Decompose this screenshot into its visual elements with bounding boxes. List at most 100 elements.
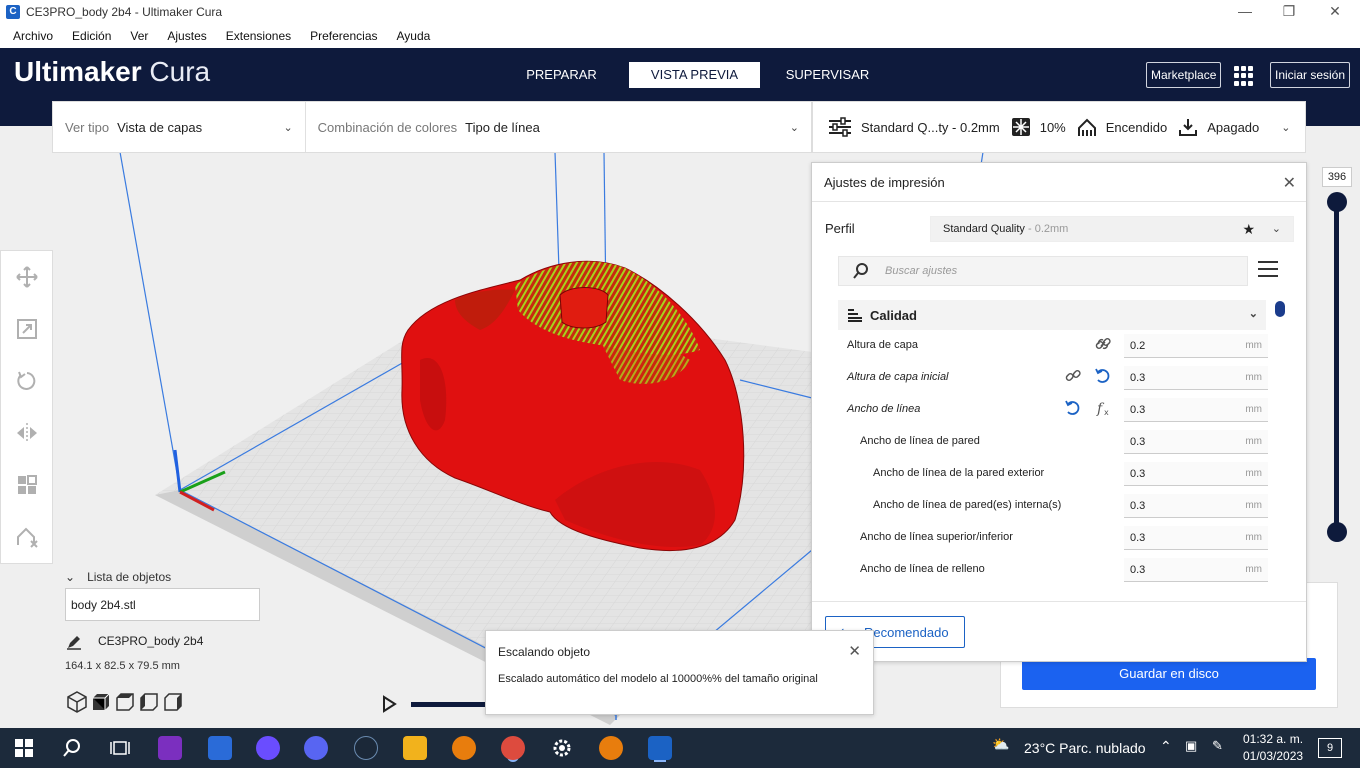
save-to-disk-button[interactable]: Guardar en disco: [1022, 658, 1316, 690]
menu-ver[interactable]: Ver: [123, 29, 155, 43]
premiere-app-icon[interactable]: [158, 736, 182, 760]
marketplace-button[interactable]: Marketplace: [1146, 62, 1222, 88]
signin-button[interactable]: Iniciar sesión: [1270, 62, 1351, 88]
menu-archivo[interactable]: Archivo: [6, 29, 60, 43]
setting-value-input[interactable]: 0.3 mm: [1124, 494, 1268, 518]
task-view-icon[interactable]: [108, 736, 132, 760]
setting-value-input[interactable]: 0.3 mm: [1124, 558, 1268, 582]
object-list-header[interactable]: ⌄ Lista de objetos: [65, 570, 171, 584]
windows-start-icon[interactable]: [12, 736, 36, 760]
move-tool-icon[interactable]: [15, 265, 39, 289]
tab-supervisar[interactable]: SUPERVISAR: [762, 62, 893, 88]
play-icon[interactable]: [380, 695, 398, 713]
layers-icon: [848, 309, 862, 322]
job-name[interactable]: CE3PRO_body 2b4: [98, 634, 203, 648]
pencil-icon[interactable]: [66, 634, 82, 650]
model-dimensions: 164.1 x 82.5 x 79.5 mm: [65, 660, 180, 672]
link-icon[interactable]: [1094, 335, 1112, 353]
discord-icon[interactable]: [304, 736, 328, 760]
steam-icon[interactable]: [354, 736, 378, 760]
setting-row: Ancho de línea de relleno 0.3 mm: [847, 555, 1268, 587]
setting-value-input[interactable]: 0.3 mm: [1124, 398, 1268, 422]
search-icon[interactable]: [60, 736, 84, 760]
blender-icon[interactable]: [599, 736, 623, 760]
mirror-tool-icon[interactable]: [15, 421, 39, 445]
clock[interactable]: 01:32 a. m. 01/03/2023: [1243, 731, 1303, 765]
chevron-down-icon: ⌄: [1271, 223, 1281, 235]
reset-icon[interactable]: [1064, 399, 1082, 417]
setting-row: Ancho de línea superior/inferior 0.3 mm: [847, 523, 1268, 555]
profile-dropdown[interactable]: Standard Quality - 0.2mm ★ ⌄: [930, 216, 1294, 242]
settings-search-input[interactable]: Buscar ajustes: [838, 256, 1248, 286]
menu-ajustes[interactable]: Ajustes: [160, 29, 213, 43]
reset-icon[interactable]: [1094, 367, 1112, 385]
chevron-up-icon[interactable]: ⌃: [1160, 738, 1172, 755]
color-scheme-dropdown[interactable]: Combinación de colores Tipo de línea ⌄: [306, 102, 811, 152]
menu-extensiones[interactable]: Extensiones: [219, 29, 298, 43]
profile-summary: Standard Q...ty - 0.2mm: [827, 116, 1000, 138]
support-icon: [1077, 118, 1096, 136]
setting-row: Altura de capa 0.2 mm: [847, 331, 1268, 363]
setting-value-input[interactable]: 0.3 mm: [1124, 462, 1268, 486]
object-list-item[interactable]: body 2b4.stl: [65, 588, 260, 621]
setting-value-input[interactable]: 0.3 mm: [1124, 366, 1268, 390]
chevron-down-icon: ⌄: [283, 121, 293, 134]
print-settings-summary[interactable]: Standard Q...ty - 0.2mm 10% Encendido Ap…: [812, 101, 1306, 153]
apps-grid-icon[interactable]: [1234, 66, 1254, 86]
weather-text[interactable]: 23°C Parc. nublado: [1024, 740, 1146, 756]
link-icon[interactable]: [1064, 367, 1082, 385]
per-model-settings-icon[interactable]: [15, 473, 39, 497]
store-icon[interactable]: [403, 736, 427, 760]
app-icon[interactable]: [208, 736, 232, 760]
rotate-tool-icon[interactable]: [15, 369, 39, 393]
blender-icon[interactable]: [452, 736, 476, 760]
menu-bar: Archivo Edición Ver Ajustes Extensiones …: [0, 24, 1360, 48]
minimize-button[interactable]: —: [1222, 0, 1268, 24]
close-window-button[interactable]: ✕: [1312, 0, 1358, 24]
setting-row: Altura de capa inicial 0.3 mm: [847, 363, 1268, 395]
menu-preferencias[interactable]: Preferencias: [303, 29, 384, 43]
settings-menu-icon[interactable]: [1258, 261, 1278, 279]
menu-ayuda[interactable]: Ayuda: [390, 29, 438, 43]
setting-value-input[interactable]: 0.3 mm: [1124, 526, 1268, 550]
menu-edicion[interactable]: Edición: [65, 29, 118, 43]
3d-view-icon[interactable]: [65, 690, 89, 714]
view-type-dropdown[interactable]: Ver tipo Vista de capas ⌄: [53, 102, 306, 152]
network-icon[interactable]: ▣: [1185, 738, 1197, 754]
maximize-button[interactable]: ❐: [1266, 0, 1312, 24]
setting-row: Ancho de línea fx 0.3 mm: [847, 395, 1268, 427]
settings-scrollbar[interactable]: [1275, 301, 1285, 317]
cura-taskbar-icon[interactable]: [648, 736, 672, 760]
settings-gear-icon[interactable]: [550, 736, 574, 760]
close-icon[interactable]: ✕: [1283, 173, 1296, 193]
path-slider[interactable]: [411, 702, 491, 707]
notification-center-icon[interactable]: 9: [1318, 738, 1342, 758]
support-blocker-icon[interactable]: [15, 525, 39, 549]
chrome-icon[interactable]: [501, 736, 525, 760]
right-view-icon[interactable]: [161, 690, 185, 714]
pen-icon[interactable]: ✎: [1212, 738, 1223, 754]
support-summary: Encendido: [1076, 116, 1167, 138]
layer-slider-lower-handle[interactable]: [1327, 522, 1347, 542]
messenger-icon[interactable]: [256, 736, 280, 760]
star-icon[interactable]: ★: [1242, 221, 1255, 238]
top-view-icon[interactable]: [113, 690, 137, 714]
tab-vista-previa[interactable]: VISTA PREVIA: [629, 62, 760, 88]
ultimaker-cura-logo: Ultimaker Cura: [14, 56, 211, 87]
infill-icon: [1011, 118, 1030, 136]
close-icon[interactable]: ✕: [848, 642, 861, 660]
layer-slider-track[interactable]: [1334, 203, 1339, 533]
setting-value-input[interactable]: 0.3 mm: [1124, 430, 1268, 454]
layer-number[interactable]: 396: [1322, 167, 1352, 187]
left-view-icon[interactable]: [137, 690, 161, 714]
setting-value-input[interactable]: 0.2 mm: [1124, 334, 1268, 358]
layer-slider-upper-handle[interactable]: [1327, 192, 1347, 212]
scale-tool-icon[interactable]: [15, 317, 39, 341]
function-icon[interactable]: fx: [1094, 399, 1112, 417]
tab-preparar[interactable]: PREPARAR: [496, 62, 627, 88]
front-view-icon[interactable]: [89, 690, 113, 714]
chevron-down-icon: ⌄: [789, 121, 799, 134]
category-calidad[interactable]: Calidad ⌄: [838, 300, 1266, 330]
adhesion-icon: [1179, 119, 1198, 136]
chevron-down-icon: ⌄: [65, 570, 76, 584]
